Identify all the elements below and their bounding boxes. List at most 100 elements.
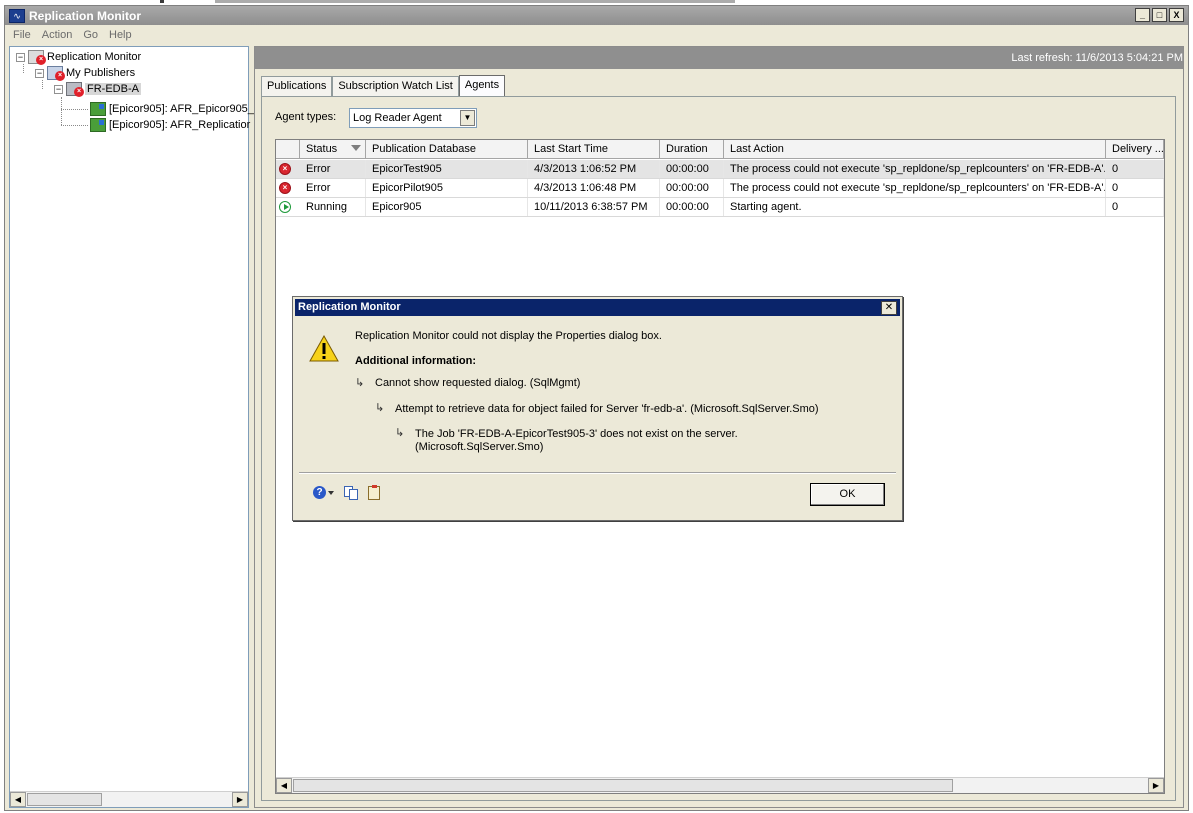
tab-agents[interactable]: Agents (458, 75, 506, 96)
minimize-button[interactable]: _ (1135, 8, 1150, 22)
cell-status: Error (300, 179, 366, 197)
dialog-separator (299, 472, 896, 474)
dialog-message: Replication Monitor could not display th… (355, 330, 662, 342)
tree-node-my-publishers[interactable]: − × My Publishers (35, 65, 135, 81)
chevron-down-icon (328, 491, 334, 495)
collapse-icon[interactable]: − (16, 52, 25, 62)
detail-arrow-icon: ↳ (375, 402, 385, 414)
detail-line-3: The Job 'FR-EDB-A-EpicorTest905-3' does … (415, 428, 738, 440)
column-delivery[interactable]: Delivery ... (1106, 140, 1164, 159)
tree-label-root: Replication Monitor (47, 51, 142, 63)
cell-last-start-time: 4/3/2013 1:06:48 PM (528, 179, 660, 197)
grid-header: Status Publication Database Last Start T… (276, 140, 1164, 159)
copy-message-button[interactable] (344, 485, 360, 501)
detail-arrow-icon: ↳ (395, 427, 405, 439)
agent-types-label: Agent types: (275, 111, 337, 123)
detail-line-4: (Microsoft.SqlServer.Smo) (415, 441, 544, 453)
help-button[interactable]: ? (313, 485, 337, 501)
column-status[interactable]: Status (300, 140, 366, 159)
close-icon[interactable]: ✕ (881, 301, 897, 315)
table-row[interactable]: × Error EpicorPilot905 4/3/2013 1:06:48 … (276, 179, 1164, 198)
row-icon-column (276, 140, 300, 159)
scroll-left-icon[interactable]: ◀ (276, 778, 292, 793)
cell-publication-database: EpicorTest905 (366, 160, 528, 178)
cell-last-start-time: 10/11/2013 6:38:57 PM (528, 198, 660, 216)
cell-status: Running (300, 198, 366, 216)
column-publication-database[interactable]: Publication Database (366, 140, 528, 159)
publication-icon (90, 118, 106, 132)
cell-last-action: Starting agent. (724, 198, 1106, 216)
replication-monitor-icon: ∿ (9, 8, 25, 23)
dialog-title-bar[interactable]: Replication Monitor ✕ (295, 299, 900, 316)
cell-duration: 00:00:00 (660, 198, 724, 216)
publishers-icon: × (47, 66, 65, 81)
show-technical-details-button[interactable] (367, 485, 383, 501)
cell-delivery: 0 (1106, 179, 1164, 197)
server-error-icon: × (66, 82, 84, 97)
tree-label-publication-2: [Epicor905]: AFR_Replicatior (109, 119, 251, 131)
window-title: Replication Monitor (29, 8, 141, 23)
error-dialog: Replication Monitor ✕ Replication Monito… (292, 296, 903, 521)
cell-duration: 00:00:00 (660, 160, 724, 178)
agent-types-value: Log Reader Agent (353, 112, 442, 124)
navigation-tree[interactable]: − × Replication Monitor − × My Publisher… (9, 46, 254, 808)
maximize-button[interactable]: □ (1152, 8, 1167, 22)
tree-horizontal-scrollbar[interactable]: ◀ ▶ (10, 791, 248, 807)
table-row[interactable]: Running Epicor905 10/11/2013 6:38:57 PM … (276, 198, 1164, 217)
column-last-action[interactable]: Last Action (724, 140, 1106, 159)
cell-publication-database: EpicorPilot905 (366, 179, 528, 197)
tree-node-publication-2[interactable]: [Epicor905]: AFR_Replicatior (90, 117, 250, 133)
replication-monitor-node-icon: × (28, 50, 46, 65)
ok-button[interactable]: OK (810, 483, 885, 506)
scroll-left-icon[interactable]: ◀ (10, 792, 26, 807)
tab-subscription-watch-list[interactable]: Subscription Watch List (332, 76, 459, 96)
menu-bar: File Action Go Help (5, 26, 1188, 44)
cell-last-action: The process could not execute 'sp_repldo… (724, 160, 1106, 178)
collapse-icon[interactable]: − (54, 84, 63, 94)
last-refresh-bar: Last refresh: 11/6/2013 5:04:21 PM (255, 47, 1183, 69)
cell-last-action: The process could not execute 'sp_repldo… (724, 179, 1106, 197)
tree-label-server: FR-EDB-A (85, 83, 141, 95)
tab-strip: Publications Subscription Watch List Age… (261, 75, 506, 96)
close-button[interactable]: X (1169, 8, 1184, 22)
cell-delivery: 0 (1106, 198, 1164, 216)
tree-node-server[interactable]: − × FR-EDB-A (54, 81, 141, 97)
column-last-start-time[interactable]: Last Start Time (528, 140, 660, 159)
scroll-thumb[interactable] (293, 779, 953, 792)
tree-node-replication-monitor[interactable]: − × Replication Monitor (16, 49, 141, 65)
chevron-down-icon[interactable]: ▼ (460, 110, 475, 126)
tree-node-publication-1[interactable]: [Epicor905]: AFR_Epicor905_ (90, 101, 254, 117)
help-icon: ? (313, 486, 326, 499)
cell-publication-database: Epicor905 (366, 198, 528, 216)
scroll-right-icon[interactable]: ▶ (1148, 778, 1164, 793)
grid-horizontal-scrollbar[interactable]: ◀ ▶ (276, 777, 1164, 793)
dialog-title: Replication Monitor (298, 301, 401, 313)
running-icon (279, 201, 291, 213)
publication-icon (90, 102, 106, 116)
agent-types-dropdown[interactable]: Log Reader Agent ▼ (349, 108, 477, 128)
scroll-right-icon[interactable]: ▶ (232, 792, 248, 807)
tab-publications[interactable]: Publications (261, 76, 333, 96)
cell-status: Error (300, 160, 366, 178)
detail-line-1: Cannot show requested dialog. (SqlMgmt) (375, 377, 581, 389)
tree-label-publishers: My Publishers (66, 67, 136, 79)
additional-info-heading: Additional information: (355, 355, 476, 367)
cell-delivery: 0 (1106, 160, 1164, 178)
menu-go[interactable]: Go (83, 29, 98, 41)
collapse-icon[interactable]: − (35, 68, 44, 78)
column-status-label: Status (306, 143, 338, 155)
title-bar[interactable]: ∿ Replication Monitor _ □ X (5, 6, 1188, 25)
cell-last-start-time: 4/3/2013 1:06:52 PM (528, 160, 660, 178)
warning-icon (309, 335, 339, 362)
detail-arrow-icon: ↳ (355, 377, 365, 389)
column-duration[interactable]: Duration (660, 140, 724, 159)
table-row[interactable]: × Error EpicorTest905 4/3/2013 1:06:52 P… (276, 160, 1164, 179)
scroll-thumb[interactable] (27, 793, 102, 806)
menu-file[interactable]: File (13, 29, 31, 41)
menu-help[interactable]: Help (109, 29, 132, 41)
technical-details-icon (368, 485, 380, 500)
detail-line-2: Attempt to retrieve data for object fail… (395, 403, 819, 415)
menu-action[interactable]: Action (42, 29, 73, 41)
cell-duration: 00:00:00 (660, 179, 724, 197)
sort-descending-icon (351, 145, 361, 151)
